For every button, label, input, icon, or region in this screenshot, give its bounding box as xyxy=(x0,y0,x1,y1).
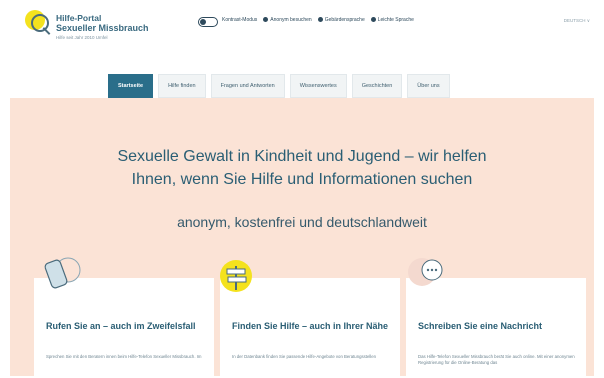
tab-hilfe-finden[interactable]: Hilfe finden xyxy=(158,74,206,98)
card-write[interactable]: Schreiben Sie eine Nachricht Das Hilfe-T… xyxy=(406,258,586,378)
headline-line1: Sexuelle Gewalt in Kindheit und Jugend –… xyxy=(117,148,487,165)
tab-ueber-uns[interactable]: Über uns xyxy=(407,74,450,98)
tab-fragen[interactable]: Fragen und Antworten xyxy=(210,74,285,98)
headline-line2: Ihnen, wenn Sie Hilfe und Informationen … xyxy=(131,171,473,188)
tab-geschichten[interactable]: Geschichten xyxy=(351,74,403,98)
chat-icon xyxy=(408,258,443,286)
brand-line1: Hilfe-Portal xyxy=(56,13,102,23)
card-find-text: In der Datenbank finden Sie passende Hil… xyxy=(232,354,377,359)
tab-startseite[interactable]: Startseite xyxy=(108,74,154,98)
contrast-toggle[interactable] xyxy=(198,17,218,27)
link-easy-language[interactable]: Leichte Sprache xyxy=(370,17,414,23)
phone-icon xyxy=(44,257,81,289)
card-find[interactable]: Finden Sie Hilfe – auch in Ihrer Nähe In… xyxy=(220,260,400,378)
link-anonymous-label: Anonym besuchen xyxy=(270,17,312,23)
card-call-text: Sprechen Sie mit den Beratern innen beim… xyxy=(46,354,202,359)
tab-wissenswertes[interactable]: Wissenswertes xyxy=(289,74,347,98)
book-icon xyxy=(370,17,376,23)
link-easy-language-label: Leichte Sprache xyxy=(377,17,414,23)
link-contrast[interactable]: Kontrast-Modus xyxy=(222,17,257,23)
main-nav: Startseite Hilfe finden Fragen und Antwo… xyxy=(108,74,450,98)
brand-sub: Hilfe seit Jahr 2010 Umfel xyxy=(56,35,108,40)
language-select[interactable]: DEUTSCH ∨ xyxy=(564,18,590,24)
signpost-icon xyxy=(220,260,252,292)
link-sign-language[interactable]: Gebärdensprache xyxy=(317,17,365,23)
card-call-title: Rufen Sie an – auch im Zweifelsfall xyxy=(46,321,196,331)
site-header: Hilfe-Portal Sexueller Missbrauch Hilfe … xyxy=(0,0,604,68)
brand[interactable]: Hilfe-Portal Sexueller Missbrauch Hilfe … xyxy=(56,13,149,40)
accessibility-links: Kontrast-Modus Anonym besuchen Gebärdens… xyxy=(222,17,414,23)
card-find-title: Finden Sie Hilfe – auch in Ihrer Nähe xyxy=(232,321,389,331)
card-write-text: Das Hilfe-Telefon Sexueller Missbrauch b… xyxy=(418,354,575,365)
link-anonymous[interactable]: Anonym besuchen xyxy=(263,17,312,23)
hero-headline: Sexuelle Gewalt in Kindheit und Jugend –… xyxy=(0,145,604,191)
lock-icon xyxy=(263,17,269,23)
card-write-title: Schreiben Sie eine Nachricht xyxy=(418,321,543,331)
card-call[interactable]: Rufen Sie an – auch im Zweifelsfall Spre… xyxy=(34,257,214,378)
hand-icon xyxy=(317,17,323,23)
link-sign-language-label: Gebärdensprache xyxy=(324,17,365,23)
brand-line2: Sexueller Missbrauch xyxy=(56,23,149,33)
toggle-knob xyxy=(200,19,206,25)
hero-tagline: anonym, kostenfrei und deutschlandweit xyxy=(177,214,427,230)
